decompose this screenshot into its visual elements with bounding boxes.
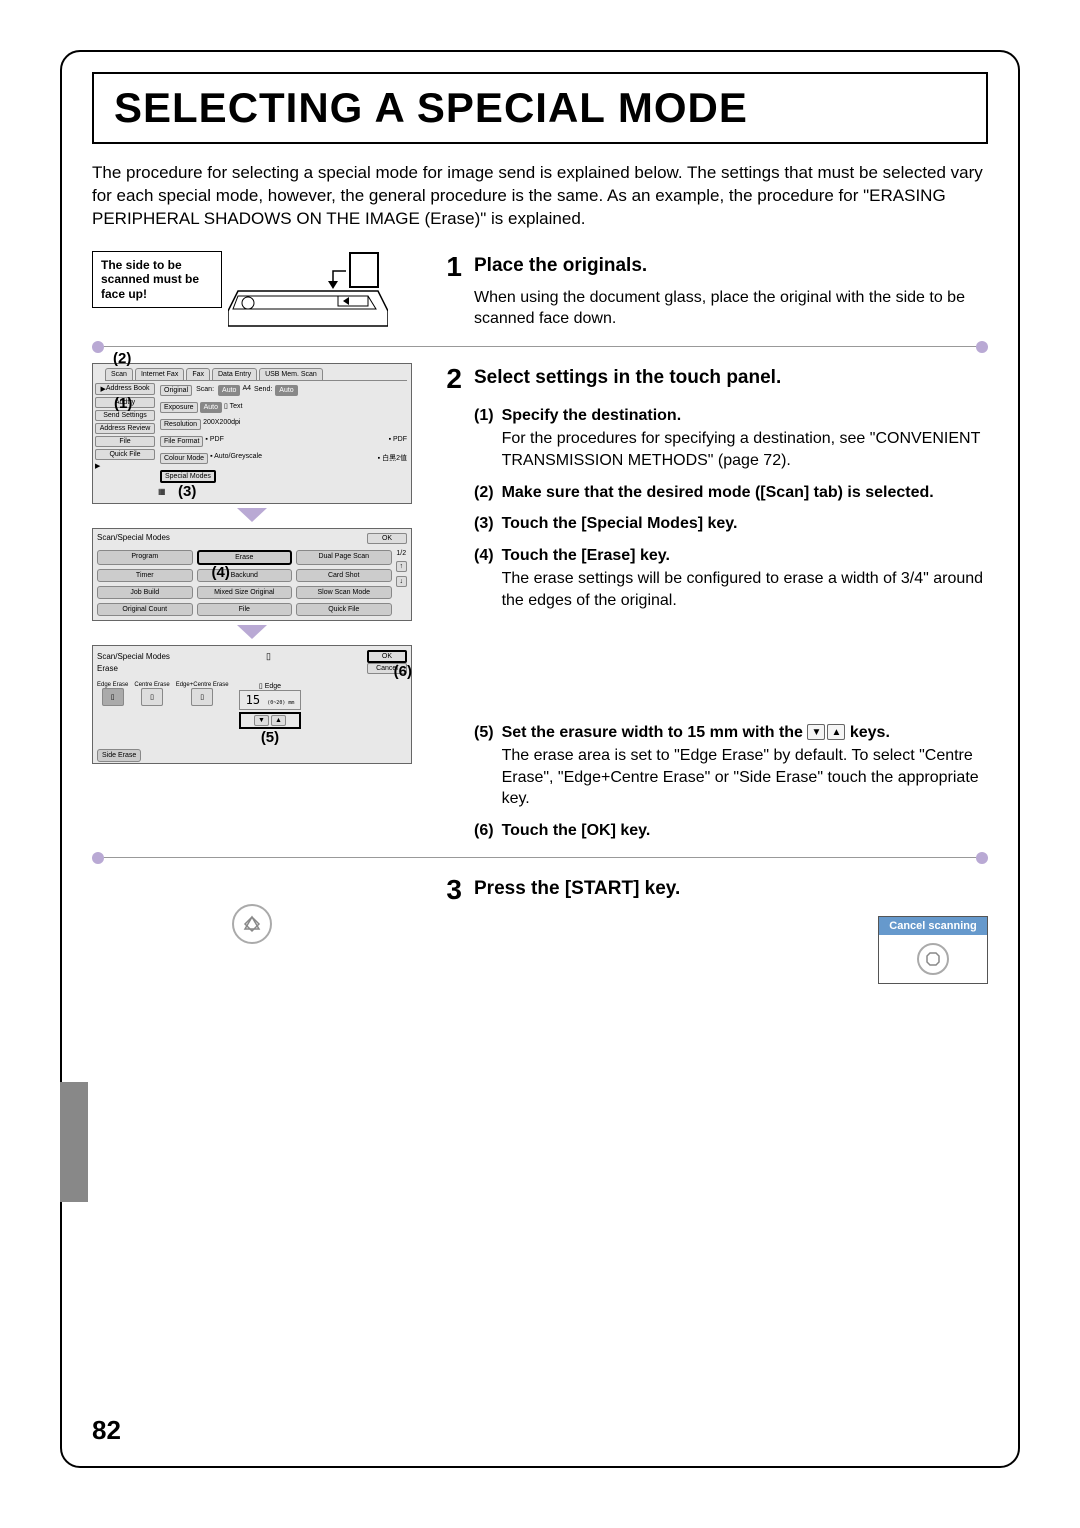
sub-6-title: Touch the [OK] key. — [502, 820, 988, 842]
sm-timer[interactable]: Timer — [97, 569, 193, 582]
title-box: SELECTING A SPECIAL MODE — [92, 72, 988, 144]
sub-4-body: The erase settings will be configured to… — [502, 568, 988, 611]
btn-ok-erase[interactable]: OK — [367, 650, 407, 663]
arrow-down-icon — [92, 508, 412, 524]
step-1-number: 1 — [432, 251, 462, 283]
tab-usb[interactable]: USB Mem. Scan — [259, 368, 323, 380]
tab-ifax[interactable]: Internet Fax — [135, 368, 184, 380]
sm-slowscan[interactable]: Slow Scan Mode — [296, 586, 392, 599]
sub-2-title: Make sure that the desired mode ([Scan] … — [502, 482, 988, 504]
tab-fax[interactable]: Fax — [186, 368, 210, 380]
sub-5-body: The erase area is set to "Edge Erase" by… — [502, 745, 988, 810]
sm-jobbuild[interactable]: Job Build — [97, 586, 193, 599]
btn-ok[interactable]: OK — [367, 533, 407, 544]
sm-erase[interactable]: Erase — [197, 550, 293, 565]
callout-1: (1) — [114, 395, 132, 412]
scanner-callout: The side to be scanned must be face up! — [92, 251, 222, 308]
btn-colour-mode[interactable]: Colour Mode — [160, 453, 208, 464]
step-1-body: When using the document glass, place the… — [474, 287, 988, 330]
btn-page-up[interactable]: ↑ — [396, 561, 408, 572]
btn-quick-file[interactable]: Quick File — [95, 449, 155, 460]
tab-scan[interactable]: Scan — [105, 368, 133, 380]
sub-1-body: For the procedures for specifying a dest… — [502, 428, 988, 471]
btn-file-format[interactable]: File Format — [160, 436, 203, 447]
step-2-number: 2 — [432, 363, 462, 395]
sm-program[interactable]: Program — [97, 550, 193, 565]
stop-button-icon — [917, 943, 949, 975]
btn-dec[interactable]: ▼ — [254, 715, 269, 726]
btn-file[interactable]: File — [95, 436, 155, 447]
sm-origcount[interactable]: Original Count — [97, 603, 193, 616]
callout-3: (3) — [178, 483, 196, 500]
sm-mixed[interactable]: Mixed Size Original — [197, 586, 293, 599]
tab-dataentry[interactable]: Data Entry — [212, 368, 257, 380]
start-button-icon — [232, 904, 272, 944]
step-1-title: Place the originals. — [474, 251, 647, 283]
page-number: 82 — [92, 1415, 121, 1446]
btn-address-book[interactable]: ▶Address Book — [95, 383, 155, 395]
scanner-illustration — [228, 251, 388, 331]
callout-4: (4) — [212, 564, 230, 581]
btn-original[interactable]: Original — [160, 385, 192, 396]
sm-background[interactable]: Back(4)und — [197, 569, 293, 582]
page-title: SELECTING A SPECIAL MODE — [114, 84, 966, 132]
btn-exposure[interactable]: Exposure — [160, 402, 198, 413]
sub-3-title: Touch the [Special Modes] key. — [502, 513, 988, 535]
callout-5: (5) — [261, 729, 279, 746]
sm-side-erase[interactable]: Side Erase — [97, 749, 141, 762]
cancel-scanning-label: Cancel scanning — [879, 917, 987, 935]
arrow-down-icon — [92, 625, 412, 641]
btn-address-entry[interactable]: Add (1) try — [95, 397, 155, 408]
callout-6: (6) — [394, 663, 412, 680]
sm-dualpage[interactable]: Dual Page Scan — [296, 550, 392, 565]
down-key-icon: ▼ — [807, 724, 825, 740]
step-3-number: 3 — [432, 874, 462, 906]
section-tab-indicator — [60, 1082, 88, 1202]
sub-4-title: Touch the [Erase] key. — [502, 545, 988, 567]
sm-file[interactable]: File — [197, 603, 293, 616]
sm-cardshot[interactable]: Card Shot — [296, 569, 392, 582]
special-modes-panel: Scan/Special Modes OK Program Erase Dual… — [92, 528, 412, 621]
up-key-icon: ▲ — [827, 724, 845, 740]
step-3-title: Press the [START] key. — [474, 874, 680, 906]
sm-quickfile[interactable]: Quick File — [296, 603, 392, 616]
btn-resolution[interactable]: Resolution — [160, 419, 201, 430]
intro-text: The procedure for selecting a special mo… — [92, 162, 988, 231]
erase-panel: Scan/Special Modes ▯ OK Erase Cancel (6)… — [92, 645, 412, 764]
callout-2: (2) — [113, 350, 131, 367]
btn-special-modes[interactable]: Special Modes — [160, 470, 216, 483]
btn-address-review[interactable]: Address Review — [95, 423, 155, 434]
step-2-title: Select settings in the touch panel. — [474, 363, 781, 395]
sub-5-title: Set the erasure width to 15 mm with the … — [502, 722, 988, 744]
btn-inc[interactable]: ▲ — [271, 715, 286, 726]
cancel-scanning-box: Cancel scanning — [878, 916, 988, 984]
touch-panel-main: (2) Scan Internet Fax Fax Data Entry USB… — [92, 363, 412, 504]
btn-page-down[interactable]: ↓ — [396, 576, 408, 587]
sub-1-title: Specify the destination. — [502, 405, 988, 427]
